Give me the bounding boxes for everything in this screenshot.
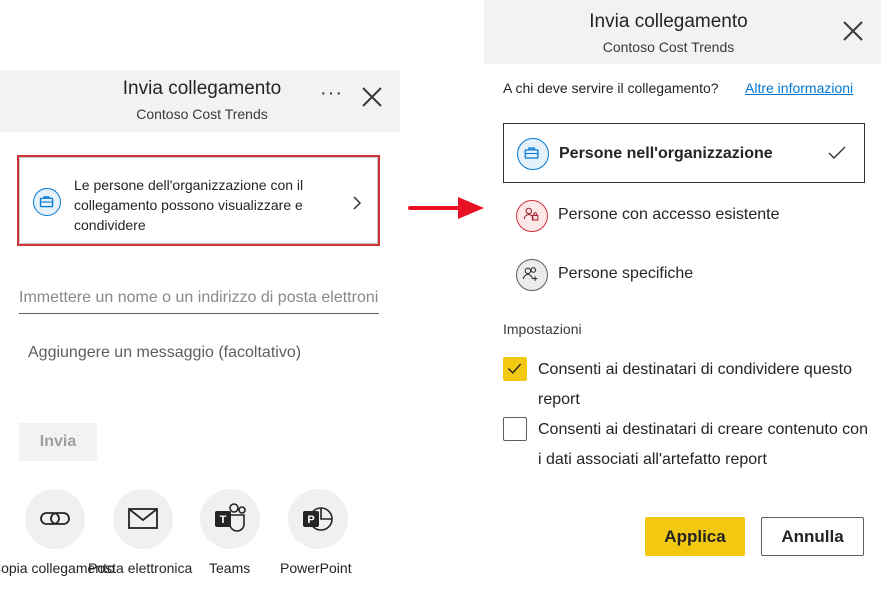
left-send-link-dialog: Invia collegamento Contoso Cost Trends ·… [0, 0, 400, 590]
audience-question: A chi deve servire il collegamento? [503, 80, 719, 96]
more-options-icon[interactable]: ··· [320, 82, 343, 105]
powerpoint-label: PowerPoint [280, 560, 352, 576]
option-people-with-existing-access[interactable]: Persone con accesso esistente [503, 186, 865, 246]
checkmark-icon [507, 363, 522, 374]
link-icon [40, 512, 70, 525]
apply-button[interactable]: Applica [645, 517, 745, 556]
cancel-button[interactable]: Annulla [761, 517, 864, 556]
people-add-icon [516, 259, 548, 291]
right-dialog-subtitle: Contoso Cost Trends [484, 39, 881, 55]
left-dialog-subtitle: Contoso Cost Trends [136, 106, 268, 122]
copy-link-button[interactable] [25, 489, 85, 549]
powerpoint-button[interactable]: P [288, 489, 348, 549]
svg-text:T: T [220, 514, 227, 526]
checkmark-icon [828, 146, 846, 159]
message-input[interactable] [28, 344, 378, 374]
close-icon[interactable] [841, 19, 865, 43]
more-info-link[interactable]: Altre informazioni [745, 80, 853, 96]
settings-heading: Impostazioni [503, 321, 582, 337]
email-label: Posta elettronica [88, 560, 193, 576]
chevron-right-icon [353, 196, 362, 210]
svg-text:P: P [307, 514, 314, 526]
email-button[interactable] [113, 489, 173, 549]
option-label: Persone specifiche [558, 265, 694, 282]
link-scope-text: Le persone dell'organizzazione con il co… [74, 177, 304, 233]
teams-label: Teams [209, 560, 251, 576]
option-people-in-organization[interactable]: Persone nell'organizzazione [503, 123, 865, 183]
option-label: Persone nell'organizzazione [559, 145, 773, 162]
right-dialog-title: Invia collegamento [484, 11, 881, 33]
close-icon[interactable] [360, 85, 384, 109]
option-specific-people[interactable]: Persone specifiche [503, 245, 865, 305]
option-label: Persone con accesso esistente [558, 206, 780, 223]
red-arrow-icon [408, 197, 484, 219]
right-dialog-subtitle-text: Contoso Cost Trends [602, 39, 735, 55]
recipient-input[interactable] [19, 282, 379, 314]
right-dialog-title-text: Invia collegamento [589, 11, 748, 32]
people-lock-icon [516, 200, 548, 232]
allow-share-label: Consenti ai destinatari di condividere q… [538, 361, 852, 408]
briefcase-icon [517, 138, 549, 170]
mail-icon [128, 508, 158, 529]
briefcase-icon [33, 188, 61, 216]
allow-build-checkbox[interactable] [503, 417, 527, 441]
send-button[interactable]: Invia [19, 423, 97, 461]
allow-build-label: Consenti ai destinatari di creare conten… [538, 421, 868, 468]
teams-button[interactable]: T [200, 489, 260, 549]
powerpoint-icon: P [303, 507, 333, 531]
teams-icon: T [215, 503, 246, 532]
allow-share-checkbox[interactable] [503, 357, 527, 381]
